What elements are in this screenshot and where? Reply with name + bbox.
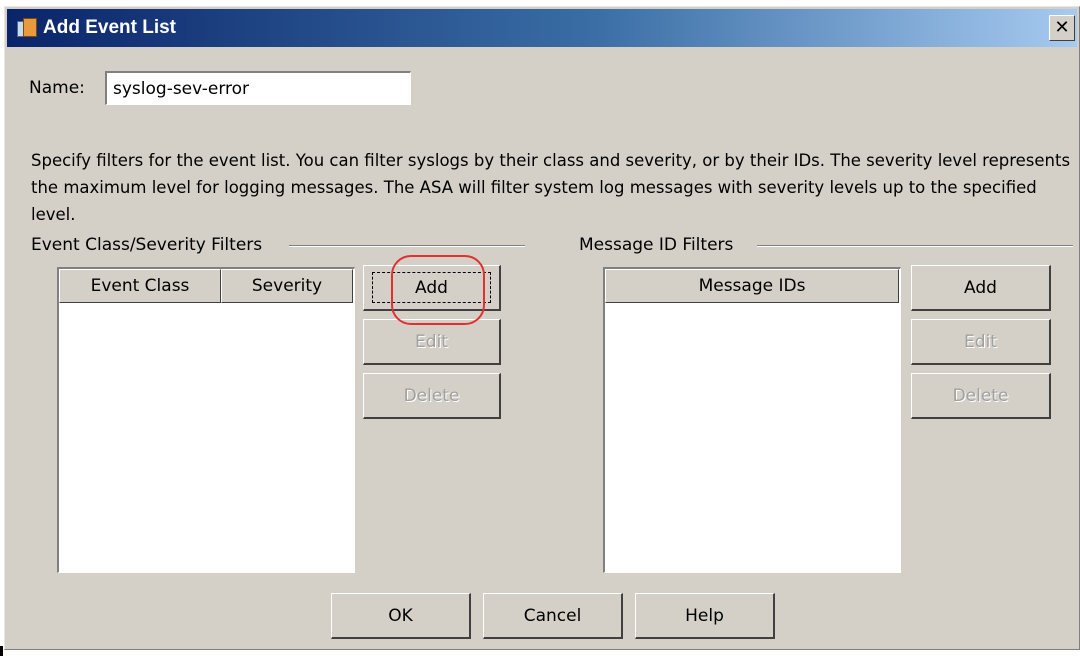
event-class-group-title: Event Class/Severity Filters [31,235,263,255]
column-header-severity[interactable]: Severity [221,269,353,303]
name-input[interactable] [105,71,411,105]
table-header: Message IDs [605,269,900,303]
column-header-event-class[interactable]: Event Class [59,269,221,303]
table-header: Event Class Severity [59,269,354,303]
message-id-delete-button[interactable]: Delete [911,373,1051,419]
ok-button[interactable]: OK [331,593,471,639]
group-separator [757,245,1073,247]
message-ids-table[interactable]: Message IDs [603,267,901,573]
message-id-edit-button[interactable]: Edit [911,319,1051,365]
group-separator [289,245,525,247]
description-text: Specify filters for the event list. You … [31,151,1071,224]
help-button[interactable]: Help [635,593,775,639]
window-title: Add Event List [43,17,177,38]
event-class-table[interactable]: Event Class Severity [57,267,355,573]
event-class-add-button[interactable]: Add [363,265,501,311]
focus-ring [372,272,491,303]
close-icon[interactable]: ✕ [1049,15,1075,41]
message-id-group-title: Message ID Filters [579,235,734,255]
event-class-edit-button[interactable]: Edit [363,319,501,365]
name-label: Name: [29,78,85,98]
message-id-add-button[interactable]: Add [911,265,1051,311]
column-header-message-ids[interactable]: Message IDs [605,269,899,303]
event-list-app-icon [17,18,37,38]
title-bar[interactable]: Add Event List ✕ [7,9,1077,47]
cancel-button[interactable]: Cancel [483,593,623,639]
event-class-delete-button[interactable]: Delete [363,373,501,419]
add-event-list-dialog: Add Event List ✕ Name: Specify filters f… [4,6,1080,650]
edge-marker [0,646,3,656]
